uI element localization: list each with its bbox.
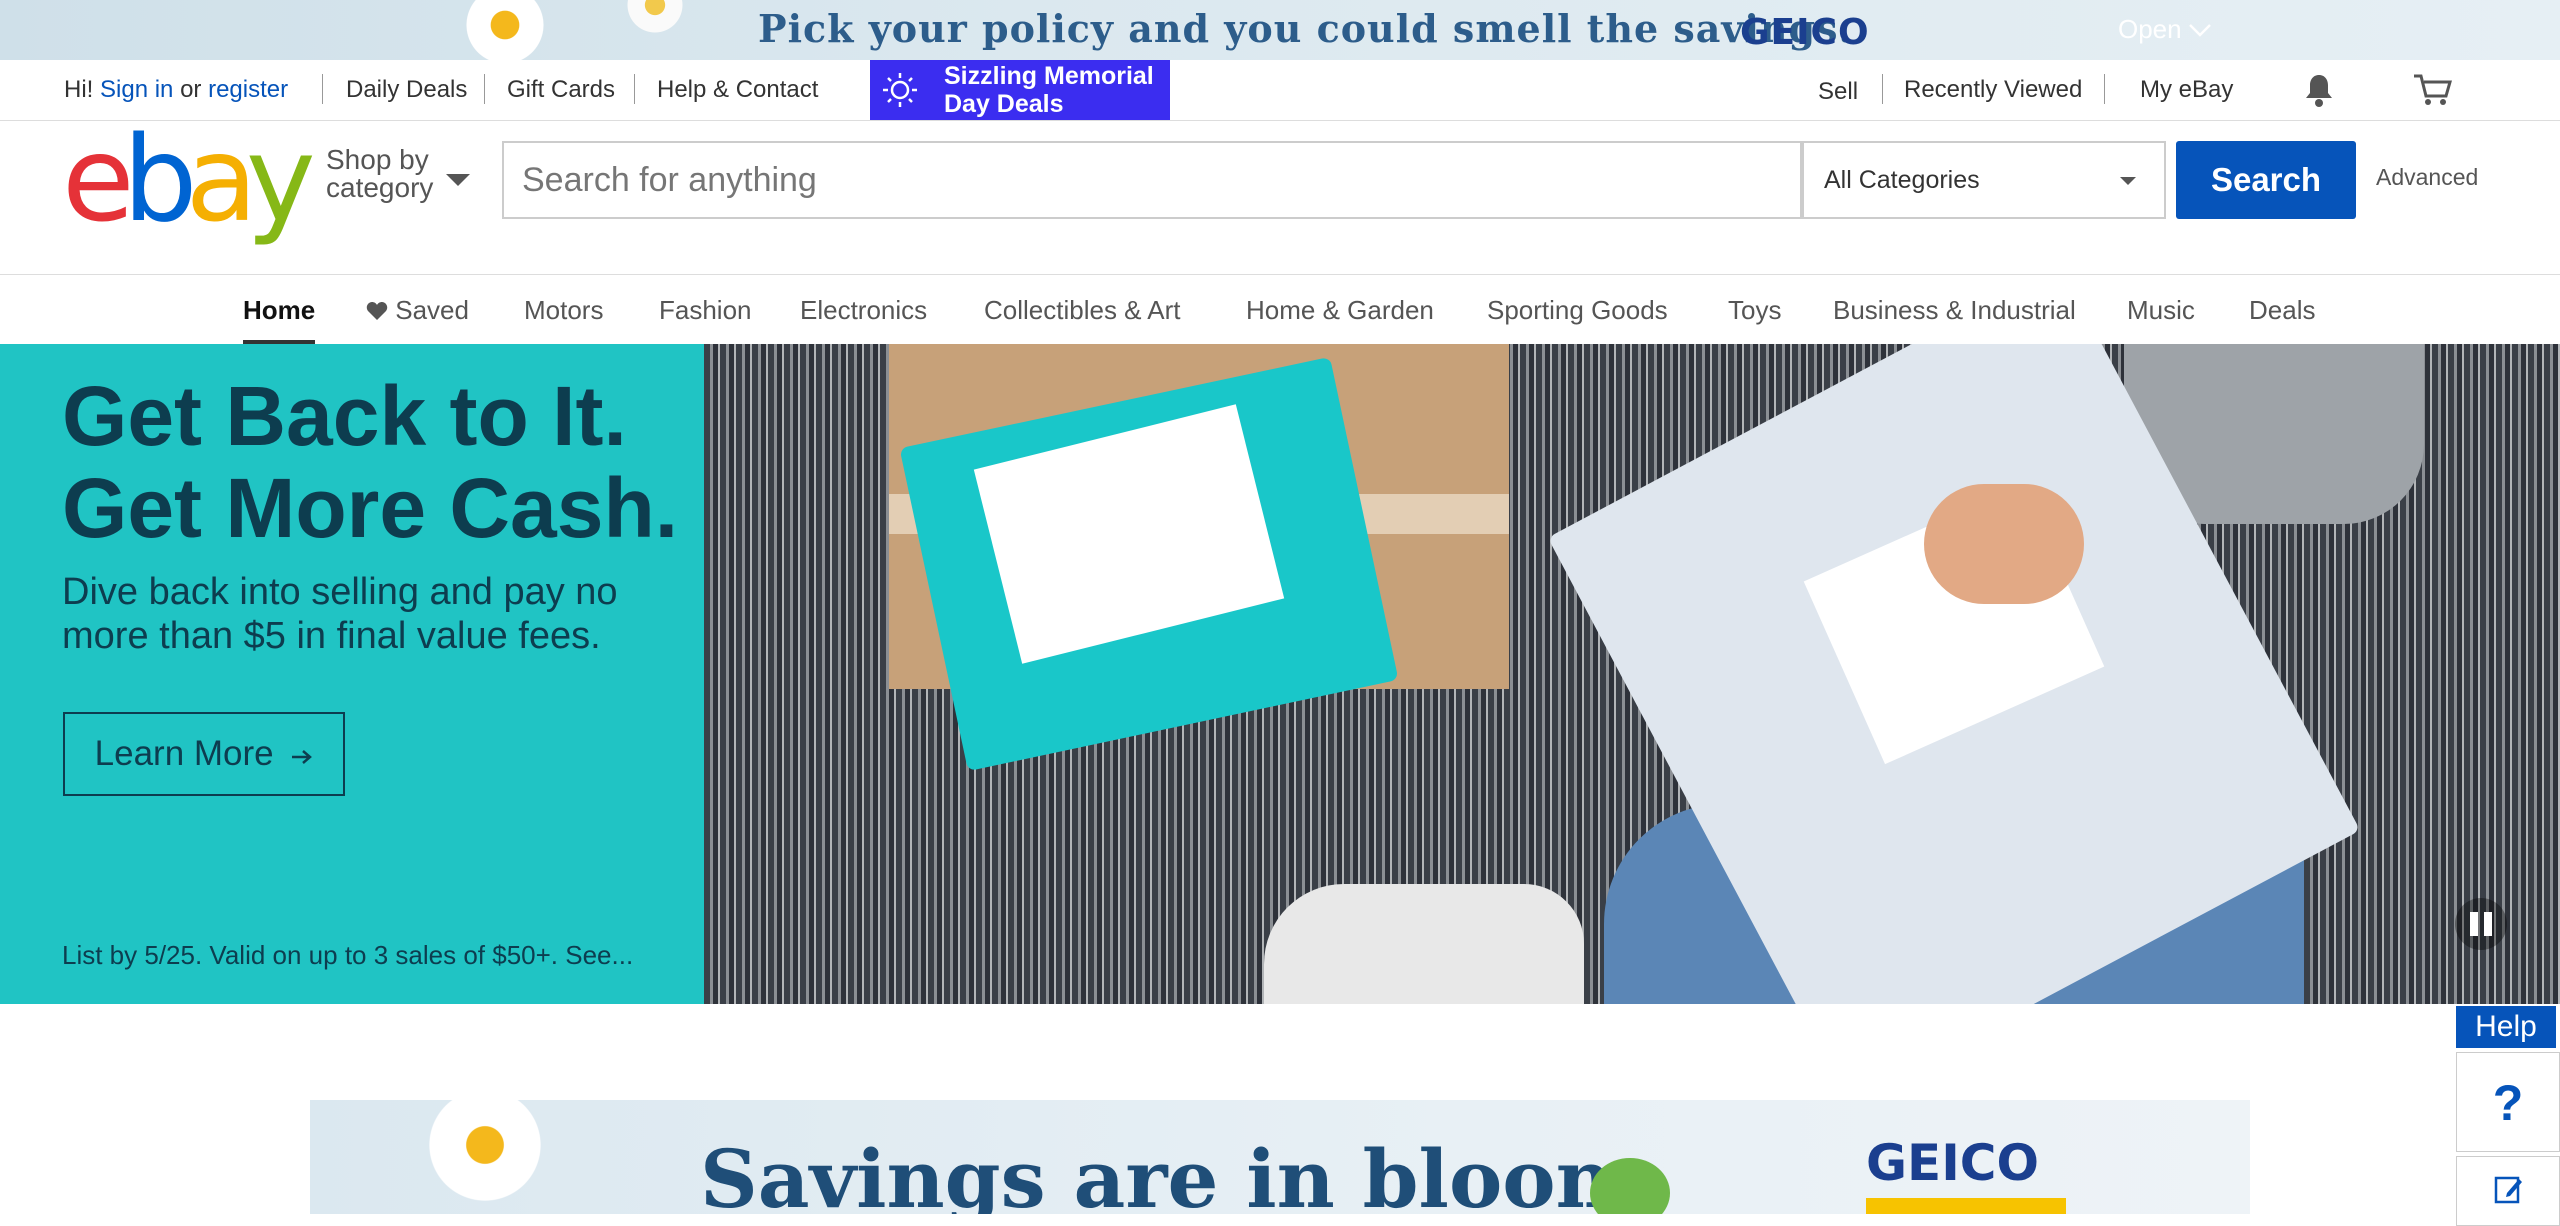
caret-down-icon (2120, 177, 2136, 185)
caret-down-icon[interactable] (446, 174, 470, 186)
help-question-button[interactable]: ? (2456, 1052, 2560, 1152)
pause-icon[interactable] (2455, 898, 2507, 950)
sell-link[interactable]: Sell (1818, 62, 1858, 122)
divider (322, 74, 323, 104)
logo-letter-b: b (122, 110, 198, 248)
top-ad-brand: GEICO (1740, 12, 1870, 53)
nav-music[interactable]: Music (2127, 275, 2195, 345)
hero-title: Get Back to It. Get More Cash. (62, 370, 678, 554)
bottom-ad-brand: GEICO (1866, 1134, 2039, 1192)
hero-subtitle: Dive back into selling and pay no more t… (62, 571, 618, 657)
search-button[interactable]: Search (2176, 141, 2356, 219)
bell-icon[interactable] (2302, 72, 2336, 108)
divider (2104, 74, 2105, 104)
nav-home[interactable]: Home (243, 275, 316, 345)
bottom-ad-cta[interactable] (1866, 1198, 2066, 1214)
hero-title-line-2: Get More Cash. (62, 461, 679, 555)
divider (484, 74, 485, 104)
flower-decoration (620, 0, 690, 40)
cart-icon[interactable] (2412, 72, 2454, 108)
divider (1882, 74, 1883, 104)
arrow-right-icon (292, 750, 313, 764)
flower-decoration (460, 0, 550, 60)
nav-business-industrial[interactable]: Business & Industrial (1833, 275, 2076, 345)
hero-text-panel: Get Back to It. Get More Cash. Dive back… (0, 344, 704, 1004)
nav-motors[interactable]: Motors (524, 275, 603, 345)
bottom-ad-headline: Savings are in bloom (700, 1132, 1641, 1214)
help-widget: Help ? (2456, 1006, 2560, 1226)
nav-toys[interactable]: Toys (1728, 275, 1781, 345)
promo-line-1: Sizzling Memorial (944, 62, 1154, 90)
category-nav: Home Saved Motors Fashion Electronics Co… (0, 274, 2560, 345)
sneaker-image (1264, 884, 1584, 1004)
sun-icon (883, 73, 917, 107)
top-ad-open-button[interactable]: Open (2118, 14, 2212, 45)
hero-carousel: Get Back to It. Get More Cash. Dive back… (0, 344, 2560, 1004)
top-ad-open-label: Open (2118, 14, 2182, 44)
nav-home-garden[interactable]: Home & Garden (1246, 275, 1434, 345)
help-contact-link[interactable]: Help & Contact (657, 60, 818, 120)
logo-letter-a: a (185, 110, 258, 248)
ebay-logo[interactable]: ebay (62, 120, 316, 238)
top-ad-headline: Pick your policy and you could smell the… (758, 6, 1853, 51)
gift-cards-link[interactable]: Gift Cards (507, 60, 615, 120)
feedback-icon (2494, 1176, 2522, 1204)
daily-deals-link[interactable]: Daily Deals (346, 60, 467, 120)
shop-by-category-button[interactable]: Shop by category (326, 146, 433, 202)
memorial-day-promo[interactable]: Sizzling Memorial Day Deals (870, 60, 1170, 120)
nav-collectibles-art[interactable]: Collectibles & Art (984, 275, 1181, 345)
hero-image[interactable] (704, 344, 2560, 1004)
help-tab[interactable]: Help (2456, 1006, 2556, 1048)
recently-viewed-link[interactable]: Recently Viewed (1904, 60, 2082, 120)
logo-letter-e: e (62, 110, 135, 248)
category-select[interactable]: All Categories (1802, 141, 2166, 219)
sign-in-link[interactable]: Sign in (100, 76, 173, 103)
promo-line-2: Day Deals (944, 90, 1064, 118)
search-box (502, 141, 1802, 219)
hand-image (1924, 484, 2084, 604)
nav-deals[interactable]: Deals (2249, 275, 2315, 345)
learn-more-label: Learn More (94, 734, 274, 773)
top-ad-banner[interactable]: Pick your policy and you could smell the… (0, 0, 2560, 60)
nav-electronics[interactable]: Electronics (800, 275, 927, 345)
nav-saved-label: Saved (395, 295, 469, 325)
bottom-ad-banner[interactable]: Savings are in bloom GEICO (310, 1100, 2250, 1214)
learn-more-button[interactable]: Learn More (63, 712, 345, 796)
flower-decoration (420, 1100, 550, 1210)
utility-bar: Hi! Sign in or register Daily Deals Gift… (0, 60, 2560, 121)
heart-icon (366, 302, 388, 320)
register-link[interactable]: register (208, 76, 288, 103)
promo-text: Sizzling Memorial Day Deals (944, 62, 1154, 118)
shop-by-line-1: Shop by (326, 144, 429, 175)
logo-letter-y: y (245, 110, 316, 248)
gecko-mascot-image (1590, 1158, 1670, 1214)
search-input[interactable] (504, 143, 1800, 217)
divider (634, 74, 635, 104)
feedback-button[interactable] (2456, 1156, 2560, 1226)
nav-saved[interactable]: Saved (366, 275, 469, 345)
chevron-down-icon (2188, 23, 2211, 37)
or-text: or (180, 76, 202, 103)
greeting-text: Hi! (64, 76, 94, 103)
my-ebay-link[interactable]: My eBay (2140, 60, 2233, 120)
category-selected-value: All Categories (1824, 166, 1980, 194)
nav-fashion[interactable]: Fashion (659, 275, 752, 345)
shop-by-line-2: category (326, 172, 434, 203)
nav-sporting-goods[interactable]: Sporting Goods (1487, 275, 1668, 345)
hero-title-line-1: Get Back to It. (62, 369, 627, 463)
hero-legal-text[interactable]: List by 5/25. Valid on up to 3 sales of … (62, 940, 633, 971)
advanced-search-link[interactable]: Advanced (2376, 164, 2478, 191)
